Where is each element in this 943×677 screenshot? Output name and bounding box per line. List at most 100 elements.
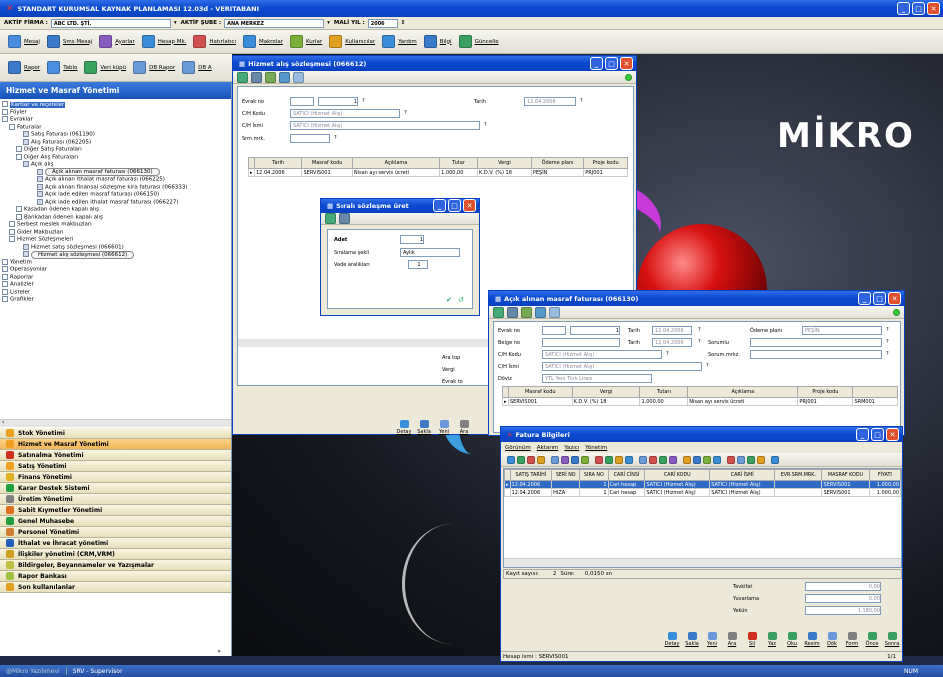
action-button[interactable]: Detay [663,632,681,647]
module-item[interactable]: Stok Yönetimi [0,428,231,439]
module-item[interactable]: Finans Yönetimi [0,472,231,483]
maximize-icon[interactable]: □ [871,428,884,441]
action-button[interactable]: Sil [743,632,761,647]
help-icon[interactable]: ? [580,98,583,104]
tree-item[interactable]: Bankadan ödenen kapalı alış [2,213,231,222]
doviz-input[interactable]: YTL Yeni Türk Lirası [542,374,652,383]
print-icon[interactable] [339,213,350,224]
table-cell[interactable]: SERVIS001 [301,168,353,177]
grid-tool-icon[interactable] [703,455,711,464]
column-header[interactable]: SIRA NO [579,469,609,481]
minimize-icon[interactable]: _ [858,292,871,305]
h-scrollbar[interactable] [504,558,901,567]
column-header[interactable]: Masraf kodu [508,386,573,398]
action-button[interactable]: Sonra [883,632,901,647]
grid-tool-icon[interactable] [507,455,515,464]
action-button[interactable]: Ara [723,632,741,647]
toolbar-button-2[interactable]: Ayarlar [99,35,135,48]
column-header[interactable]: Vergi [571,386,641,398]
toolbar-button-5[interactable]: Makrolar [242,35,283,48]
maximize-icon[interactable]: □ [448,199,461,212]
table-cell[interactable]: HIZA [551,488,581,497]
table-cell[interactable]: SERVIS001 [821,480,870,489]
tarih-input[interactable]: 12.04.2006 [524,97,576,106]
grid-tool-icon[interactable] [737,455,745,464]
minimize-icon[interactable]: _ [433,199,446,212]
toolbar-button-10[interactable]: Güncelle [458,35,499,48]
module-item[interactable]: Personel Yönetimi [0,527,231,538]
table-cell[interactable]: PRJ001 [797,397,854,406]
menu-item[interactable]: Yönetim [585,445,607,451]
column-header[interactable]: Tarih [253,157,303,169]
tree-item[interactable]: Alış Faturası (062205) [2,138,231,147]
toolbar-button-4[interactable]: Hatırlatıcı [193,35,236,48]
report-button-0[interactable]: Rapor [8,61,40,74]
table-cell[interactable]: 1.000,00 [868,480,902,489]
table-cell[interactable]: SERVIS001 [508,397,573,406]
minimize-icon[interactable]: _ [856,428,869,441]
tree-item[interactable]: Yönetim [2,258,231,267]
menu-item[interactable]: Görünüm [505,445,531,451]
help-icon[interactable]: ? [484,122,487,128]
grid-tool-icon[interactable] [561,455,569,464]
table-row[interactable]: ▸ 12.04.2006 1 Cari hesap SATICI (Hizmet Alı… [504,480,902,489]
toolbar-button-3[interactable]: Hesap Mk. [141,35,186,48]
column-header[interactable]: Ödeme planı [530,157,585,169]
module-item[interactable]: Bildirgeler, Beyannameler ve Yazışmalar [0,560,231,571]
table-cell[interactable]: Nisan ayı servis ücreti [687,397,799,406]
module-item[interactable]: Karar Destek Sistemi [0,483,231,494]
save-icon[interactable] [493,306,504,318]
table-cell[interactable]: Nisan ayı servis ücreti [351,168,441,177]
report-button-4[interactable]: DB A [182,61,212,74]
action-button[interactable]: Sakla [415,420,433,435]
maximize-icon[interactable]: □ [605,57,618,70]
grid-tool-icon[interactable] [571,455,579,464]
column-header[interactable]: EVR.SRM.MRK. [774,469,823,481]
module-item[interactable]: Satış Yönetimi [0,461,231,472]
column-header[interactable]: CARİ CİNSİ [607,469,646,481]
table-cell[interactable]: 1 [579,480,609,489]
table-cell[interactable]: 12.04.2006 [509,488,553,497]
maximize-icon[interactable]: □ [873,292,886,305]
grid-tool-icon[interactable] [747,455,755,464]
refresh-icon[interactable] [535,306,546,318]
srm-input[interactable] [290,134,330,143]
grid-tool-icon[interactable] [693,455,701,464]
tree-item[interactable]: Serbest meslek makbuzları [2,221,231,229]
grid-tool-icon[interactable] [527,455,535,464]
help-icon[interactable]: ? [886,327,889,333]
action-button[interactable]: Oku [783,632,801,647]
column-header[interactable]: Proje kodu [583,157,628,169]
action-button[interactable]: Form [843,632,861,647]
ch-ismi-input[interactable]: SATICI (Hizmet Alış) [290,121,480,130]
toolbar-button-9[interactable]: Bilgi [423,35,452,48]
column-header[interactable]: SERİ NO [551,469,581,481]
module-item[interactable]: Son kullanılanlar [0,582,231,593]
column-header[interactable]: SATIŞ TARİHİ [509,469,553,481]
table-row[interactable]: ▸ 12.04.2006 SERVIS001 Nisan ayı servis ücr… [248,168,628,177]
grid-tool-icon[interactable] [615,455,623,464]
help-icon[interactable]: ? [666,351,669,357]
grid-tool-icon[interactable] [639,455,647,464]
column-header[interactable]: Açıklama [687,386,799,398]
toolbar-button-1[interactable]: Sms Mesaj [46,35,92,48]
tarih2-input[interactable]: 12.04.2006 [652,338,692,347]
module-item[interactable]: Genel Muhasebe [0,516,231,527]
grid-icon[interactable] [521,306,532,318]
close-icon[interactable]: ✕ [463,199,476,212]
grid-tool-icon[interactable] [551,455,559,464]
column-header[interactable]: Tutarı [639,386,689,398]
grid-tool-icon[interactable] [537,455,545,464]
action-button[interactable]: Sakla [683,632,701,647]
module-item[interactable]: Hizmet ve Masraf Yönetimi [0,439,231,450]
sorum-mrkz-input[interactable] [750,350,882,359]
sorumlu-input[interactable] [750,338,882,347]
expand-icon[interactable]: » [217,648,221,655]
table-cell[interactable] [774,488,823,497]
table-cell[interactable]: Cari hesap [607,488,646,497]
chevron-down-icon[interactable]: ▾ [174,20,177,26]
help-icon[interactable]: ? [698,327,701,333]
options-icon[interactable] [293,71,304,83]
evrak-no-input[interactable]: 1 [318,97,358,106]
tree-item[interactable]: Operasyonlar [2,266,231,274]
